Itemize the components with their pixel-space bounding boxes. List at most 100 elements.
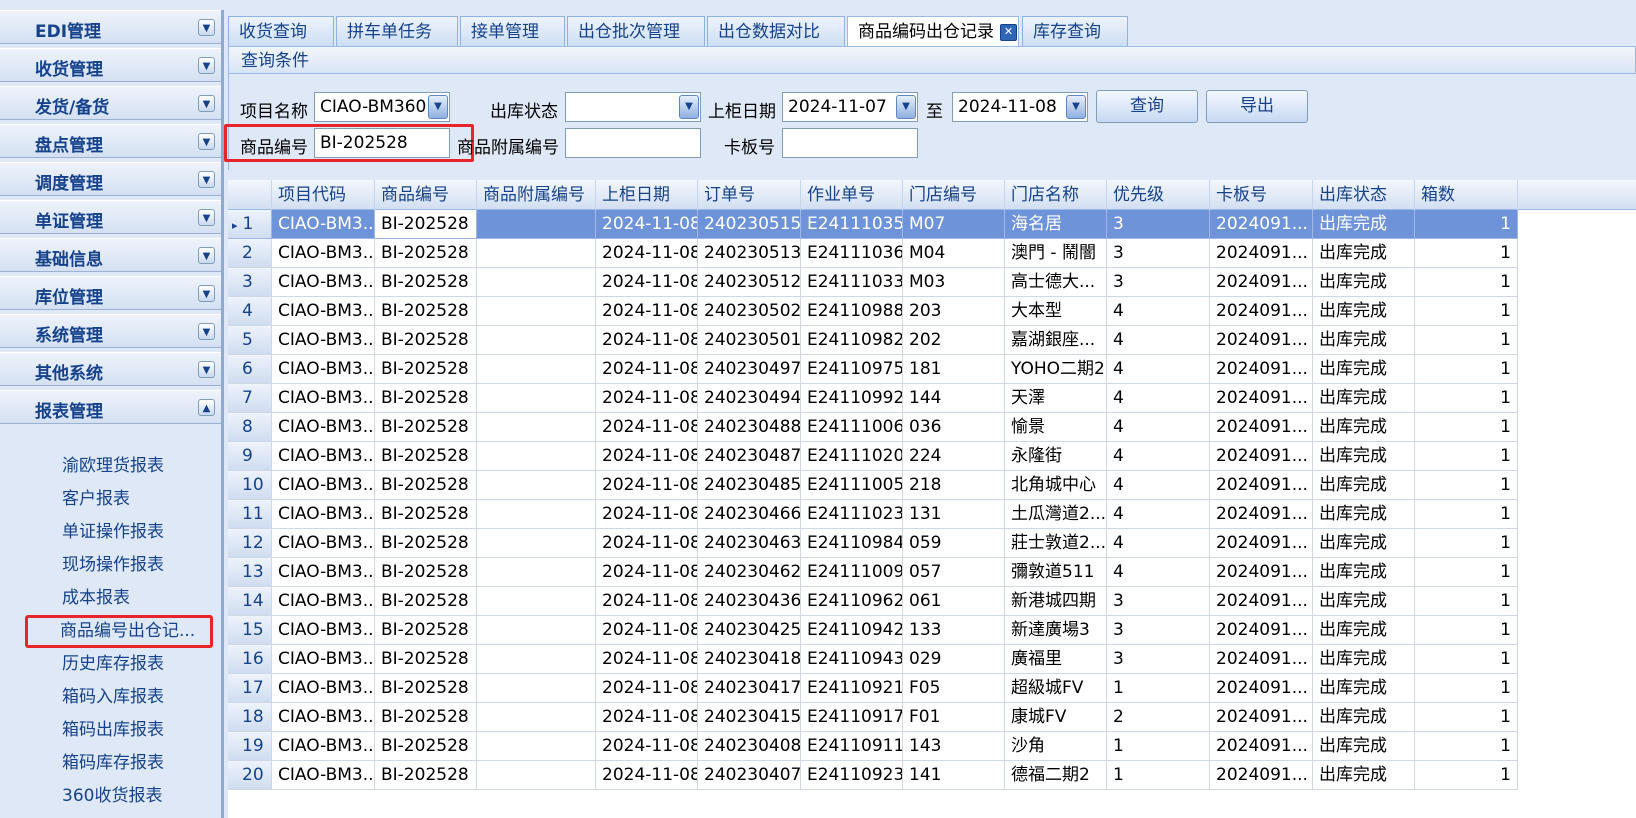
table-cell[interactable]: 3 xyxy=(1107,645,1210,674)
table-cell[interactable]: 2024091... xyxy=(1210,442,1313,471)
table-cell[interactable]: CIAO-BM3... xyxy=(272,587,375,616)
table-row[interactable]: 4 CIAO-BM3... BI-202528 2024-11-08 240230502… xyxy=(228,297,1518,326)
table-cell[interactable]: 240230418 xyxy=(698,645,801,674)
table-cell[interactable]: BI-202528 xyxy=(375,558,477,587)
table-cell[interactable]: CIAO-BM3... xyxy=(272,500,375,529)
table-cell[interactable]: CIAO-BM3... xyxy=(272,616,375,645)
expand-icon[interactable]: ▼ xyxy=(198,361,215,378)
table-cell[interactable]: 1 xyxy=(1415,413,1518,442)
table-cell[interactable]: 2024091... xyxy=(1210,268,1313,297)
table-row[interactable]: 10 CIAO-BM3... BI-202528 2024-11-08 24023048… xyxy=(228,471,1518,500)
table-cell[interactable] xyxy=(477,500,596,529)
tab[interactable]: 库存查询 xyxy=(1022,16,1128,46)
table-cell[interactable]: 出库完成 xyxy=(1313,616,1415,645)
table-cell[interactable]: BI-202528 xyxy=(375,616,477,645)
table-cell[interactable]: 143 xyxy=(903,732,1005,761)
expand-icon[interactable]: ▼ xyxy=(198,133,215,150)
calendar-dropdown-icon[interactable]: ▼ xyxy=(896,95,916,119)
table-cell[interactable]: M07 xyxy=(903,210,1005,239)
table-cell[interactable]: 1 xyxy=(1415,442,1518,471)
table-cell[interactable]: 029 xyxy=(903,645,1005,674)
table-cell[interactable]: 新達廣場3 xyxy=(1005,616,1107,645)
table-cell[interactable]: 超級城FV xyxy=(1005,674,1107,703)
column-header[interactable]: 箱数 xyxy=(1415,180,1518,210)
expand-icon[interactable]: ▼ xyxy=(198,247,215,264)
table-cell[interactable]: 海名居 xyxy=(1005,210,1107,239)
table-cell[interactable] xyxy=(477,268,596,297)
sidebar-group-reports[interactable]: 报表管理 ▲ xyxy=(0,390,221,424)
table-cell[interactable]: 出库完成 xyxy=(1313,587,1415,616)
table-cell[interactable]: 2024091... xyxy=(1210,297,1313,326)
table-cell[interactable]: CIAO-BM3... xyxy=(272,326,375,355)
table-cell[interactable]: 出库完成 xyxy=(1313,674,1415,703)
table-cell[interactable]: 莊士敦道2... xyxy=(1005,529,1107,558)
table-cell[interactable]: 2024091... xyxy=(1210,558,1313,587)
table-cell[interactable]: 4 xyxy=(1107,558,1210,587)
table-cell[interactable]: CIAO-BM3... xyxy=(272,645,375,674)
table-cell[interactable]: 036 xyxy=(903,413,1005,442)
table-cell[interactable]: 出库完成 xyxy=(1313,703,1415,732)
sidebar-group-shipping[interactable]: 发货/备货 ▼ xyxy=(0,86,221,120)
table-row[interactable]: 3 CIAO-BM3... BI-202528 2024-11-08 240230512… xyxy=(228,268,1518,297)
sidebar-item[interactable]: 箱码入库报表 xyxy=(0,681,221,714)
table-cell[interactable]: YOHO二期2 xyxy=(1005,355,1107,384)
table-cell[interactable]: 061 xyxy=(903,587,1005,616)
sidebar-item[interactable]: 商品编号出仓记... xyxy=(25,615,213,648)
table-cell[interactable]: 出库完成 xyxy=(1313,645,1415,674)
table-cell[interactable]: E24111023 xyxy=(801,500,903,529)
column-header[interactable]: 商品编号 xyxy=(375,180,477,210)
date-to-field[interactable]: 2024-11-08 ▼ xyxy=(952,92,1088,122)
table-cell[interactable]: 出库完成 xyxy=(1313,529,1415,558)
table-cell[interactable]: 144 xyxy=(903,384,1005,413)
table-row[interactable]: 7 CIAO-BM3... BI-202528 2024-11-08 240230494… xyxy=(228,384,1518,413)
table-row[interactable]: 2 CIAO-BM3... BI-202528 2024-11-08 240230513… xyxy=(228,239,1518,268)
table-cell[interactable]: 3 xyxy=(1107,587,1210,616)
query-panel-title[interactable]: 查询条件 xyxy=(228,46,1636,74)
table-cell[interactable]: 224 xyxy=(903,442,1005,471)
table-row[interactable]: 17 CIAO-BM3... BI-202528 2024-11-08 24023041… xyxy=(228,674,1518,703)
table-cell[interactable]: 2024091... xyxy=(1210,413,1313,442)
table-cell[interactable]: 2024-11-08 xyxy=(596,645,698,674)
sidebar-item[interactable]: 历史库存报表 xyxy=(0,648,221,681)
table-cell[interactable]: CIAO-BM3... xyxy=(272,239,375,268)
tab[interactable]: 出仓数据对比 xyxy=(707,16,845,46)
table-cell[interactable]: CIAO-BM3... xyxy=(272,558,375,587)
table-cell[interactable] xyxy=(477,326,596,355)
table-cell[interactable]: 2024-11-08 xyxy=(596,703,698,732)
table-cell[interactable]: E24110917 xyxy=(801,703,903,732)
expand-icon[interactable]: ▼ xyxy=(198,209,215,226)
table-cell[interactable]: 240230415 xyxy=(698,703,801,732)
table-cell[interactable]: 1 xyxy=(1415,645,1518,674)
table-cell[interactable]: BI-202528 xyxy=(375,732,477,761)
table-row[interactable]: 12 CIAO-BM3... BI-202528 2024-11-08 24023046… xyxy=(228,529,1518,558)
tab[interactable]: 收货查询 xyxy=(228,16,334,46)
table-cell[interactable]: 德福二期2 xyxy=(1005,761,1107,790)
table-cell[interactable]: 土瓜灣道2... xyxy=(1005,500,1107,529)
table-cell[interactable]: 2024-11-08 xyxy=(596,326,698,355)
table-cell[interactable] xyxy=(477,471,596,500)
table-cell[interactable]: CIAO-BM3... xyxy=(272,674,375,703)
table-cell[interactable]: BI-202528 xyxy=(375,355,477,384)
table-cell[interactable]: 沙角 xyxy=(1005,732,1107,761)
table-cell[interactable]: 240230497 xyxy=(698,355,801,384)
table-cell[interactable]: BI-202528 xyxy=(375,384,477,413)
table-cell[interactable]: 240230487 xyxy=(698,442,801,471)
table-cell[interactable]: 2024-11-08 xyxy=(596,558,698,587)
tab[interactable]: 出仓批次管理 xyxy=(567,16,705,46)
column-header[interactable]: 商品附属编号 xyxy=(477,180,596,210)
table-cell[interactable]: 1 xyxy=(1415,529,1518,558)
table-cell[interactable]: 北角城中心 xyxy=(1005,471,1107,500)
table-cell[interactable]: 240230494 xyxy=(698,384,801,413)
table-cell[interactable]: 1 xyxy=(1415,761,1518,790)
table-cell[interactable]: 240230462 xyxy=(698,558,801,587)
table-cell[interactable]: 1 xyxy=(1107,761,1210,790)
expand-icon[interactable]: ▼ xyxy=(198,323,215,340)
sidebar-group-other-systems[interactable]: 其他系统 ▼ xyxy=(0,352,221,386)
table-cell[interactable]: 大本型 xyxy=(1005,297,1107,326)
table-cell[interactable]: 240230408 xyxy=(698,732,801,761)
table-cell[interactable] xyxy=(477,558,596,587)
expand-icon[interactable]: ▼ xyxy=(198,171,215,188)
table-cell[interactable] xyxy=(477,732,596,761)
sidebar-item[interactable]: 成本报表 xyxy=(0,582,221,615)
table-cell[interactable]: E24110911 xyxy=(801,732,903,761)
